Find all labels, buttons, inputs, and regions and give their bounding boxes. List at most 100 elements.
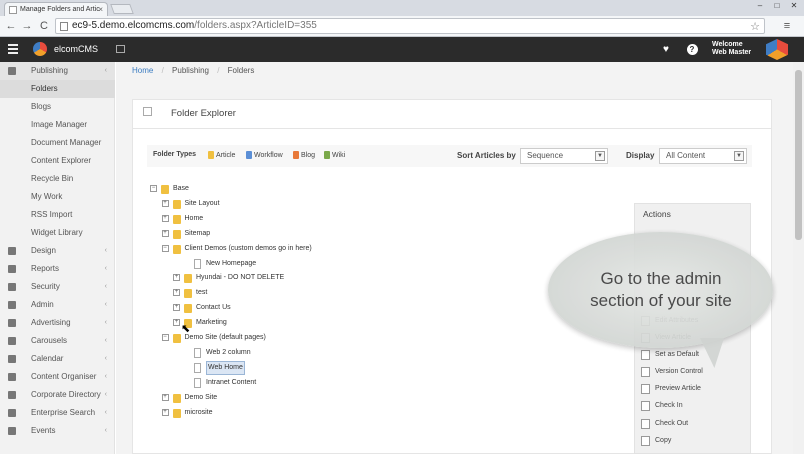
hamburger-menu-icon[interactable] [8,44,18,54]
expand-icon[interactable]: + [173,289,180,297]
browser-menu-icon[interactable]: ≡ [780,19,794,33]
sidebar-item-label: Content Organiser [31,372,97,381]
folder-type-blog: Blog [293,151,315,159]
sidebar-item-label: Design [31,246,56,255]
sidebar-item[interactable]: My Work [0,188,115,206]
tree-node-label[interactable]: Web 2 column [206,346,251,360]
expand-icon[interactable]: + [161,393,169,401]
tab-title: Manage Folders and Artic [20,6,100,13]
sidebar-item[interactable]: RSS Import [0,206,115,224]
back-button[interactable]: ← [4,19,18,33]
maximize-button[interactable]: □ [769,0,785,12]
sidebar-item[interactable]: megaphone-icon Advertising ‹ [0,314,115,332]
page-icon [194,362,201,373]
megaphone-icon: megaphone-icon [8,319,16,327]
bookmark-star-icon[interactable]: ☆ [750,20,760,34]
sidebar-item[interactable]: gear-icon Admin ‹ [0,296,115,314]
action-label: Set as Default [655,351,699,358]
tree-node-label[interactable]: Marketing [196,316,227,330]
tree-node-label[interactable]: Web Home [206,360,245,375]
app-header: elcomCMS ♥ ? Welcome Web Master [0,37,804,62]
expand-icon[interactable]: + [161,199,169,207]
sidebar-item[interactable]: search-icon Enterprise Search ‹ [0,404,115,422]
sidebar-item[interactable]: Content Explorer [0,152,115,170]
page-icon [60,22,68,31]
sidebar-item[interactable]: carousel-icon Carousels ‹ [0,332,115,350]
dashboard-icon[interactable] [116,45,125,53]
tree-node-label[interactable]: Client Demos (custom demos go in here) [185,242,312,256]
tab-close-icon[interactable]: × [98,5,103,14]
chevron-left-icon: ‹ [104,355,107,362]
sort-select[interactable]: Sequence ▼ [520,148,608,164]
display-select[interactable]: All Content ▼ [659,148,747,164]
url-input[interactable]: ec9-5.demo.elcomcms.com/folders.aspx?Art… [55,18,765,34]
sidebar-item[interactable]: edit-icon Publishing ‹ [0,62,115,80]
folder-icon [172,229,181,239]
tree-node-label[interactable]: Contact Us [196,301,231,315]
sidebar-item[interactable]: Blogs [0,98,115,116]
chevron-left-icon: ‹ [104,337,107,344]
url-host: ec9-5.demo.elcomcms.com [72,20,195,31]
favorites-heart-icon[interactable]: ♥ [656,41,676,59]
sidebar-item[interactable]: calendar-icon Calendar ‹ [0,350,115,368]
sidebar-item[interactable]: Image Manager [0,116,115,134]
expand-icon[interactable]: + [161,408,169,416]
tree-node-label[interactable]: Home [185,212,204,226]
chevron-left-icon: ‹ [104,247,107,254]
sidebar-item-label: Calendar [31,354,64,363]
sidebar-item[interactable]: chart-icon Reports ‹ [0,260,115,278]
browser-tab[interactable]: Manage Folders and Artic × [4,2,108,16]
tree-node-label[interactable]: microsite [185,406,213,420]
sidebar-item-label: Carousels [31,336,68,345]
folder-type-label: Blog [301,152,316,159]
sidebar-item[interactable]: organiser-icon Content Organiser ‹ [0,368,115,386]
help-icon[interactable]: ? [682,41,702,59]
expand-icon[interactable]: + [161,214,169,222]
window-close-button[interactable]: ✕ [786,0,802,12]
minimize-button[interactable]: – [752,0,768,12]
tree-node-label[interactable]: Sitemap [185,227,211,241]
scrollbar-thumb[interactable] [795,70,802,240]
breadcrumb-publishing[interactable]: Publishing [172,66,209,75]
sidebar-item[interactable]: Document Manager [0,134,115,152]
display-value: All Content [666,151,706,160]
page-title: Folder Explorer [171,108,236,119]
tree-node-label[interactable]: Demo Site [185,391,218,405]
sidebar-item-label: RSS Import [31,210,73,219]
tree-node-label[interactable]: test [196,286,207,300]
edit-icon [143,107,152,116]
collapse-icon[interactable]: − [161,334,169,341]
sidebar-item[interactable]: globe-icon Corporate Directory‹ [0,386,115,404]
expand-icon[interactable]: + [161,229,169,237]
sidebar-item[interactable]: lock-icon Security ‹ [0,278,115,296]
reload-button[interactable]: C [37,19,51,33]
new-tab-button[interactable] [110,4,134,14]
expand-icon[interactable]: + [173,319,180,327]
sidebar-item-label: Reports [31,264,60,273]
breadcrumb-home[interactable]: Home [132,66,153,75]
folder-icon [172,199,181,209]
article-folder-icon [208,151,214,159]
forward-button[interactable]: → [20,19,34,33]
collapse-icon[interactable]: − [161,244,169,252]
tree-node-label[interactable]: New Homepage [206,257,256,271]
wiki-folder-icon [324,151,330,159]
tree-node-label[interactable]: Base [173,182,189,196]
tree-node-label[interactable]: Hyundai - DO NOT DELETE [196,271,284,285]
sidebar-item[interactable]: people-icon Events ‹ [0,422,115,440]
avatar[interactable] [766,39,788,60]
sidebar-item[interactable]: Recycle Bin [0,170,115,188]
expand-icon[interactable]: + [173,304,180,312]
sidebar-item[interactable]: Folders [0,80,115,98]
tree-node-label[interactable]: Demo Site (default pages) [185,331,266,345]
collapse-icon[interactable]: − [150,185,157,192]
tree-node-label[interactable]: Intranet Content [206,376,256,390]
sidebar-item[interactable]: brush-icon Design ‹ [0,242,115,260]
tree-node-label[interactable]: Site Layout [185,197,220,211]
chevron-left-icon: ‹ [104,67,107,74]
expand-icon[interactable]: + [173,274,180,282]
sidebar-item[interactable]: Widget Library [0,224,115,242]
action-label: Check Out [655,420,689,427]
folder-type-label: Workflow [254,152,283,159]
actions-title: Actions [643,209,671,219]
